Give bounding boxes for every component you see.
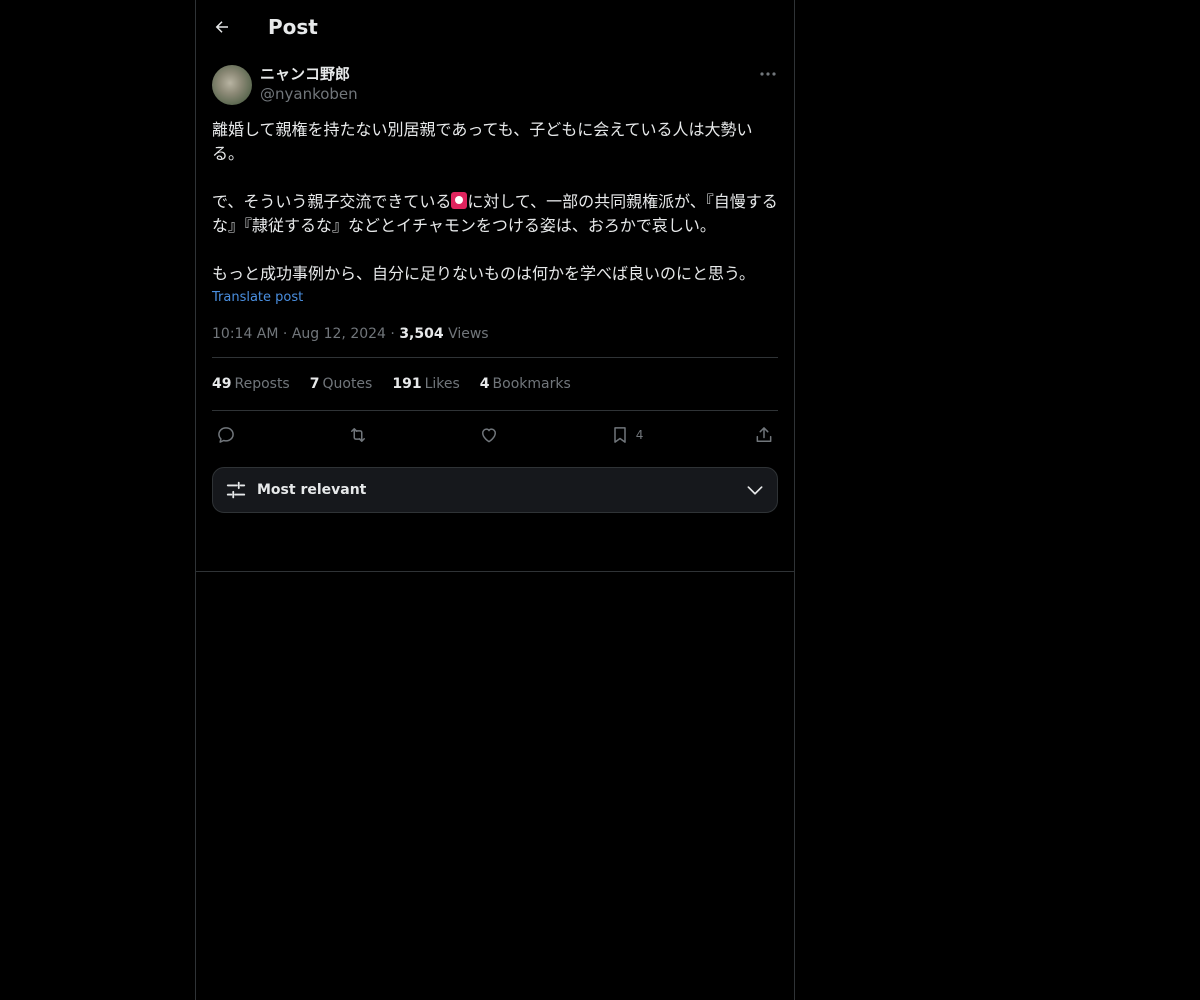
post-paragraph-1: 離婚して親権を持たない別居親であっても、子どもに会えている人は大勢いる。 [212,120,753,163]
like-button[interactable] [479,425,499,445]
author-row: ニャンコ野郎 @nyankoben [212,64,778,110]
meta-separator: · [282,326,288,342]
reply-button[interactable] [216,425,236,445]
action-bar: 4 [212,411,778,459]
views-count: 3,504 [399,326,444,342]
translate-post-link[interactable]: Translate post [212,290,303,305]
reposts-count: 49 [212,376,232,392]
likes-stat[interactable]: 191 Likes [392,376,459,392]
reply-sort-dropdown[interactable]: Most relevant [212,467,778,513]
likes-label: Likes [424,376,460,392]
quotes-label: Quotes [322,376,373,392]
sliders-icon [226,481,246,499]
heart-icon [482,428,497,443]
reply-icon [218,427,234,443]
post-paragraph-3: もっと成功事例から、自分に足りないものは何かを学べば良いのにと思う。 [212,264,756,283]
quotes-count: 7 [309,376,320,392]
share-icon [756,427,772,442]
repost-button[interactable] [347,425,369,445]
author-display-name[interactable]: ニャンコ野郎 [260,64,358,84]
page-header: Post [196,0,794,54]
chevron-down-icon [745,480,765,500]
more-horizontal-icon [760,72,776,76]
page-title: Post [268,15,318,39]
post-text: 離婚して親権を持たない別居親であっても、子どもに会えている人は大勢いる。 で、そ… [212,118,778,286]
bookmarks-label: Bookmarks [492,376,571,392]
repost-icon [350,428,365,442]
divider [196,571,794,572]
reposts-label: Reposts [234,376,290,392]
post-time[interactable]: 10:14 AM [212,326,278,342]
engagement-stats: 49 Reposts 7 Quotes 191 Likes 4 Bookmarks [212,358,778,410]
arrow-left-icon [215,21,228,33]
post-paragraph-2-start: で、そういう親子交流できている [212,192,452,211]
main-column: Post ニャンコ野郎 @nyankoben 離婚して親権を持たない別居親であっ… [195,0,795,1000]
reposts-stat[interactable]: 49 Reposts [212,376,290,392]
post-detail: ニャンコ野郎 @nyankoben 離婚して親権を持たない別居親であっても、子ど… [196,54,794,513]
share-button[interactable] [754,425,774,445]
bookmarks-stat[interactable]: 4 Bookmarks [480,376,571,392]
avatar[interactable] [212,65,252,105]
quotes-stat[interactable]: 7 Quotes [310,376,373,392]
meta-separator: · [390,326,395,342]
views-label: Views [448,326,489,342]
bookmarks-count: 4 [479,376,490,392]
author-names: ニャンコ野郎 @nyankoben [260,64,358,104]
post-meta: 10:14 AM · Aug 12, 2024 · 3,504 Views [212,321,778,347]
mailbox-emoji-icon [451,192,468,209]
bookmark-icon [613,427,626,443]
sort-label: Most relevant [257,482,367,498]
likes-count: 191 [392,376,422,392]
author-handle[interactable]: @nyankoben [260,84,358,104]
post-date[interactable]: Aug 12, 2024 [292,326,386,342]
bookmark-button[interactable]: 4 [610,425,644,445]
bookmark-count: 4 [635,428,644,442]
more-options-button[interactable] [758,64,778,84]
back-button[interactable] [212,17,232,37]
